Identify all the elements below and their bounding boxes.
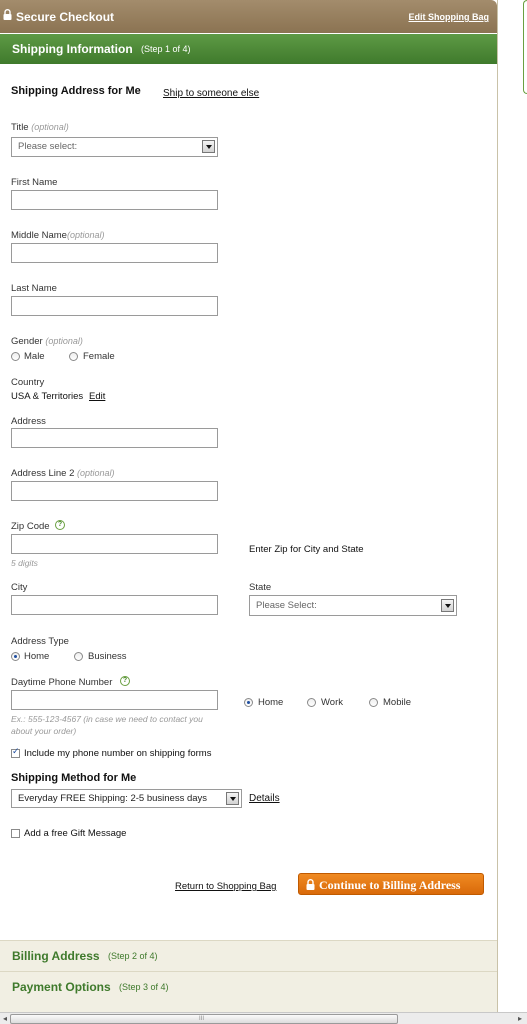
payment-options-section[interactable]: Payment Options (Step 3 of 4) — [0, 971, 497, 1013]
zip-hint: 5 digits — [11, 558, 38, 568]
phone-hint: Ex.: 555-123-4567 (in case we need to co… — [11, 714, 203, 736]
zip-label: Zip Code — [11, 521, 50, 532]
gift-message-checkbox[interactable] — [11, 829, 20, 838]
checkout-panel: Secure Checkout Edit Shopping Bag Shippi… — [0, 0, 498, 1013]
phone-home-radio[interactable] — [244, 698, 253, 707]
shipping-information-title: Shipping Information — [12, 42, 133, 56]
address-type-business-label: Business — [88, 651, 127, 662]
address2-optional: (optional) — [77, 468, 115, 478]
help-icon[interactable]: ? — [55, 520, 65, 530]
continue-button-label: Continue to Billing Address — [319, 878, 461, 892]
phone-work-radio[interactable] — [307, 698, 316, 707]
gender-label-text: Gender — [11, 336, 43, 347]
first-name-input[interactable] — [11, 190, 218, 210]
horizontal-scrollbar[interactable]: ◂ III ▸ — [0, 1012, 527, 1024]
billing-address-title: Billing Address — [12, 949, 100, 963]
country-label: Country — [11, 377, 45, 388]
address2-label: Address Line 2 (optional) — [11, 468, 115, 479]
last-name-input[interactable] — [11, 296, 218, 316]
shipping-method-value: Everyday FREE Shipping: 2-5 business day… — [18, 793, 208, 804]
middle-name-input[interactable] — [11, 243, 218, 263]
address-type-home-label: Home — [24, 651, 50, 662]
scroll-right-icon[interactable]: ▸ — [515, 1014, 525, 1023]
middle-optional: (optional) — [66, 230, 105, 240]
shipping-information-bar[interactable]: Shipping Information (Step 1 of 4) — [0, 34, 497, 64]
title-label-text: Title — [11, 122, 29, 133]
secure-checkout-header: Secure Checkout Edit Shopping Bag — [0, 0, 497, 33]
lock-icon — [3, 9, 12, 20]
phone-home-label: Home — [258, 697, 284, 708]
country-value: USA & Territories — [11, 391, 84, 402]
side-panel-edge — [523, 0, 527, 94]
first-name-label: First Name — [11, 177, 58, 188]
zip-note: Enter Zip for City and State — [249, 544, 364, 555]
scrollbar-grip: III — [199, 1016, 205, 1022]
secure-checkout-title: Secure Checkout — [16, 10, 115, 24]
middle-name-label-text: Middle Name — [11, 230, 67, 241]
ship-to-someone-else-link[interactable]: Ship to someone else — [163, 88, 259, 99]
title-select[interactable]: Please select: — [11, 137, 218, 157]
middle-name-label: Middle Name(optional) — [11, 230, 105, 241]
address2-label-text: Address Line 2 — [11, 468, 75, 479]
chevron-down-icon[interactable] — [202, 140, 215, 153]
country-edit-link[interactable]: Edit — [89, 391, 105, 402]
address-type-label: Address Type — [11, 636, 69, 647]
phone-mobile-radio[interactable] — [369, 698, 378, 707]
chevron-down-icon[interactable] — [441, 599, 454, 612]
shipping-details-link[interactable]: Details — [249, 793, 280, 804]
gender-male-label: Male — [24, 351, 45, 362]
address-type-home-radio[interactable] — [11, 652, 20, 661]
state-select-value: Please Select: — [256, 600, 317, 611]
continue-to-billing-button[interactable]: Continue to Billing Address — [298, 873, 484, 895]
scroll-left-icon[interactable]: ◂ — [0, 1014, 10, 1023]
shipping-method-heading: Shipping Method for Me — [11, 772, 137, 784]
state-select[interactable]: Please Select: — [249, 595, 457, 616]
gender-female-radio[interactable] — [69, 352, 78, 361]
title-label: Title (optional) — [11, 122, 69, 133]
last-name-label: Last Name — [11, 283, 57, 294]
city-label: City — [11, 582, 28, 593]
return-to-bag-link[interactable]: Return to Shopping Bag — [175, 881, 276, 892]
zip-input[interactable] — [11, 534, 218, 554]
shipping-method-select[interactable]: Everyday FREE Shipping: 2-5 business day… — [11, 789, 242, 808]
phone-label: Daytime Phone Number — [11, 677, 113, 688]
payment-step-indicator: (Step 3 of 4) — [119, 982, 169, 992]
address-type-business-radio[interactable] — [74, 652, 83, 661]
state-label: State — [249, 582, 272, 593]
step-indicator: (Step 1 of 4) — [141, 44, 191, 54]
phone-mobile-label: Mobile — [383, 697, 411, 708]
address2-input[interactable] — [11, 481, 218, 501]
gender-optional: (optional) — [45, 336, 83, 346]
gender-female-label: Female — [83, 351, 115, 362]
payment-options-title: Payment Options — [12, 980, 111, 994]
title-optional: (optional) — [31, 122, 69, 132]
billing-step-indicator: (Step 2 of 4) — [108, 951, 158, 961]
scrollbar-thumb[interactable]: III — [10, 1014, 398, 1024]
include-phone-checkbox[interactable] — [11, 746, 20, 758]
address-label: Address — [11, 416, 46, 427]
phone-input[interactable] — [11, 690, 218, 710]
edit-shopping-bag-link[interactable]: Edit Shopping Bag — [409, 12, 490, 22]
gift-message-label: Add a free Gift Message — [24, 828, 127, 839]
lock-icon — [306, 879, 315, 890]
address-input[interactable] — [11, 428, 218, 448]
shipping-address-heading: Shipping Address for Me — [11, 85, 141, 97]
chevron-down-icon[interactable] — [226, 792, 239, 805]
phone-work-label: Work — [321, 697, 343, 708]
title-select-value: Please select: — [18, 141, 78, 152]
gender-male-radio[interactable] — [11, 352, 20, 361]
include-phone-label: Include my phone number on shipping form… — [24, 748, 212, 759]
help-icon[interactable]: ? — [120, 676, 130, 686]
billing-address-section[interactable]: Billing Address (Step 2 of 4) — [0, 940, 497, 971]
city-input[interactable] — [11, 595, 218, 615]
gender-label: Gender (optional) — [11, 336, 83, 347]
